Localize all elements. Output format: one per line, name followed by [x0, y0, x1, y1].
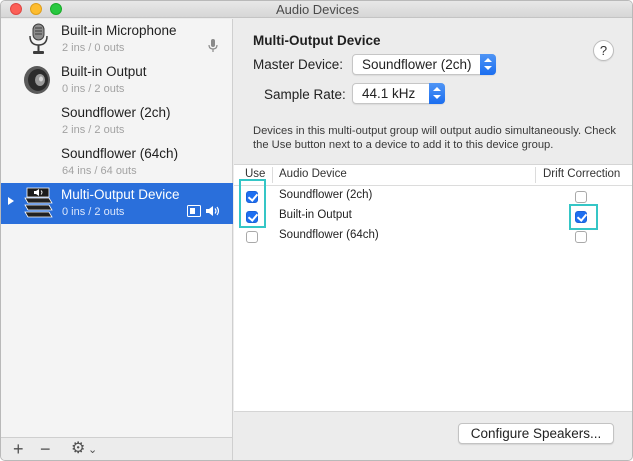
- device-item-soundflower-2ch[interactable]: Soundflower (2ch) 2 ins / 2 outs: [1, 101, 233, 142]
- sidebar-toolbar: + − ⚙ ⌄: [1, 437, 233, 460]
- device-item-soundflower-64ch[interactable]: Soundflower (64ch) 64 ins / 64 outs: [1, 142, 233, 183]
- table-row: Soundflower (64ch): [234, 227, 632, 247]
- device-io: 0 ins / 2 outs: [62, 83, 125, 95]
- device-name: Soundflower (2ch): [61, 105, 171, 120]
- multi-output-icon: [24, 187, 53, 218]
- microphone-icon: [29, 23, 48, 54]
- master-device-select[interactable]: Soundflower (2ch): [352, 54, 496, 75]
- drift-checkbox-highlight: [569, 204, 598, 230]
- drift-correction-checkbox[interactable]: [575, 231, 587, 243]
- volume-icon: [206, 206, 220, 216]
- speaker-icon: [24, 66, 50, 94]
- mic-level-icon: [208, 39, 218, 52]
- use-column-highlight: [239, 179, 266, 228]
- column-drift-correction[interactable]: Drift Correction: [543, 168, 620, 180]
- column-divider: [535, 167, 536, 183]
- device-name: Built-in Microphone: [61, 23, 177, 38]
- window-title: Audio Devices: [275, 2, 360, 17]
- device-item-multi-output-device[interactable]: Multi-Output Device 0 ins / 2 outs: [1, 183, 233, 224]
- title-bar: Audio Devices: [1, 1, 632, 18]
- gear-icon[interactable]: ⚙: [71, 439, 85, 459]
- sample-rate-value: 44.1 kHz: [362, 86, 416, 101]
- configure-speakers-button[interactable]: Configure Speakers...: [458, 423, 614, 444]
- help-button[interactable]: ?: [593, 40, 614, 61]
- device-io: 0 ins / 2 outs: [62, 206, 125, 218]
- row-device-name: Built-in Output: [279, 209, 352, 221]
- master-device-label: Master Device:: [253, 57, 344, 72]
- use-checkbox[interactable]: [246, 231, 258, 243]
- drift-correction-checkbox[interactable]: [575, 191, 587, 203]
- row-device-name: Soundflower (2ch): [279, 189, 373, 201]
- column-audio-device[interactable]: Audio Device: [279, 168, 347, 180]
- disclosure-triangle-icon[interactable]: [8, 197, 14, 205]
- row-device-name: Soundflower (64ch): [279, 229, 379, 241]
- master-device-value: Soundflower (2ch): [362, 57, 472, 72]
- device-name: Soundflower (64ch): [61, 146, 179, 161]
- table-header: Use Audio Device Drift Correction: [234, 165, 632, 186]
- add-device-button[interactable]: +: [13, 439, 24, 459]
- sample-rate-label: Sample Rate:: [264, 87, 346, 102]
- device-item-built-in-output[interactable]: Built-in Output 0 ins / 2 outs: [1, 60, 233, 101]
- screen-output-icon: [187, 205, 201, 217]
- device-io: 2 ins / 2 outs: [62, 124, 125, 136]
- device-io: 64 ins / 64 outs: [62, 165, 137, 177]
- audio-devices-window: Audio Devices Built-in Microphone 2 ins …: [0, 0, 633, 461]
- device-title: Multi-Output Device: [253, 33, 381, 48]
- popup-arrows-icon: [480, 54, 496, 75]
- device-io: 2 ins / 0 outs: [62, 42, 125, 54]
- device-group-table: Use Audio Device Drift Correction Soundf…: [234, 164, 632, 412]
- device-name: Multi-Output Device: [61, 187, 180, 202]
- device-detail-pane: Multi-Output Device ? Master Device: Sou…: [234, 19, 632, 460]
- device-list: Built-in Microphone 2 ins / 0 outs Built…: [1, 19, 233, 437]
- remove-device-button[interactable]: −: [40, 439, 51, 459]
- column-divider: [272, 167, 273, 183]
- sample-rate-select[interactable]: 44.1 kHz: [352, 83, 445, 104]
- device-item-built-in-microphone[interactable]: Built-in Microphone 2 ins / 0 outs: [1, 19, 233, 60]
- chevron-down-icon[interactable]: ⌄: [88, 440, 97, 460]
- group-description: Devices in this multi-output group will …: [253, 125, 616, 151]
- device-name: Built-in Output: [61, 64, 147, 79]
- popup-arrows-icon: [429, 83, 445, 104]
